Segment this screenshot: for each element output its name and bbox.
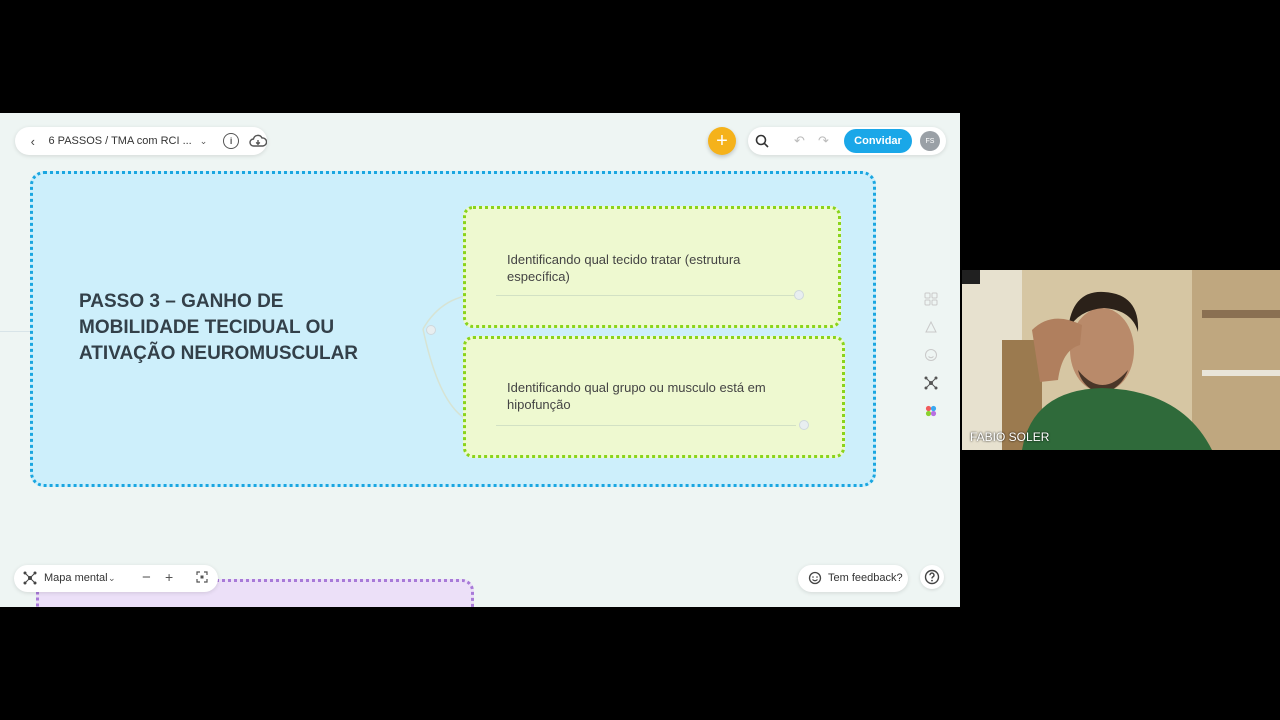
participant-name: FABIO SOLER xyxy=(970,430,1050,444)
info-icon[interactable]: i xyxy=(223,133,239,149)
map-type-dropdown[interactable]: Mapa mental xyxy=(44,572,108,584)
child-node[interactable]: Identificando qual tecido tratar (estrut… xyxy=(463,206,841,328)
invite-button[interactable]: Convidar xyxy=(844,129,912,153)
connector-line xyxy=(0,331,32,332)
child-node-text: Identificando qual tecido tratar (estrut… xyxy=(507,252,741,284)
feedback-button[interactable]: Tem feedback? xyxy=(798,565,908,592)
main-topic-node[interactable]: PASSO 3 – GANHO DE MOBILIDADE TECIDUAL O… xyxy=(30,171,876,487)
side-toolbar xyxy=(917,285,945,435)
style-icon[interactable] xyxy=(917,313,945,341)
document-title[interactable]: 6 PASSOS / TMA com RCI ... xyxy=(49,135,192,147)
main-topic-text: PASSO 3 – GANHO DE MOBILIDADE TECIDUAL O… xyxy=(79,291,359,364)
participant-video-frame xyxy=(962,270,1280,450)
add-button[interactable]: + xyxy=(708,127,736,155)
child-node[interactable]: Identificando qual grupo ou musculo está… xyxy=(463,336,845,458)
search-icon[interactable] xyxy=(755,134,769,153)
chevron-down-icon[interactable]: ⌄ xyxy=(108,573,116,584)
layout-icon[interactable] xyxy=(917,285,945,313)
zoom-out-button[interactable]: − xyxy=(142,569,151,586)
node-underline xyxy=(496,425,796,426)
child-node-text: Identificando qual grupo ou musculo está… xyxy=(507,380,766,412)
mindmap-icon xyxy=(23,571,37,588)
fit-screen-icon[interactable] xyxy=(196,571,208,586)
mindmap-app: ‹ 6 PASSOS / TMA com RCI ... ⌄ i + ↶ ↷ C… xyxy=(0,113,960,607)
feedback-icon xyxy=(808,571,822,588)
collapse-node-handle[interactable] xyxy=(426,325,436,335)
chevron-down-icon[interactable]: ⌄ xyxy=(200,136,208,147)
child-collapse-handle[interactable] xyxy=(794,290,804,300)
avatar[interactable]: FS xyxy=(920,131,940,151)
actions-toolbar: ↶ ↷ Convidar FS xyxy=(748,127,946,155)
feedback-label: Tem feedback? xyxy=(828,572,903,584)
redo-icon[interactable]: ↷ xyxy=(818,133,829,149)
cloud-download-icon[interactable] xyxy=(249,134,267,148)
webcam-video: FABIO SOLER xyxy=(962,270,1280,450)
color-palette-icon[interactable] xyxy=(917,397,945,425)
chevron-left-icon[interactable]: ‹ xyxy=(21,134,45,149)
emoji-icon[interactable] xyxy=(917,341,945,369)
document-toolbar: ‹ 6 PASSOS / TMA com RCI ... ⌄ i xyxy=(15,127,267,155)
undo-icon[interactable]: ↶ xyxy=(794,133,805,149)
plus-icon: + xyxy=(716,129,728,152)
mindmap-icon[interactable] xyxy=(917,369,945,397)
zoom-in-button[interactable]: + xyxy=(165,569,173,585)
child-collapse-handle[interactable] xyxy=(799,420,809,430)
map-controls: Mapa mental ⌄ − + xyxy=(14,565,218,592)
help-icon[interactable] xyxy=(920,565,944,589)
node-underline xyxy=(496,295,796,296)
